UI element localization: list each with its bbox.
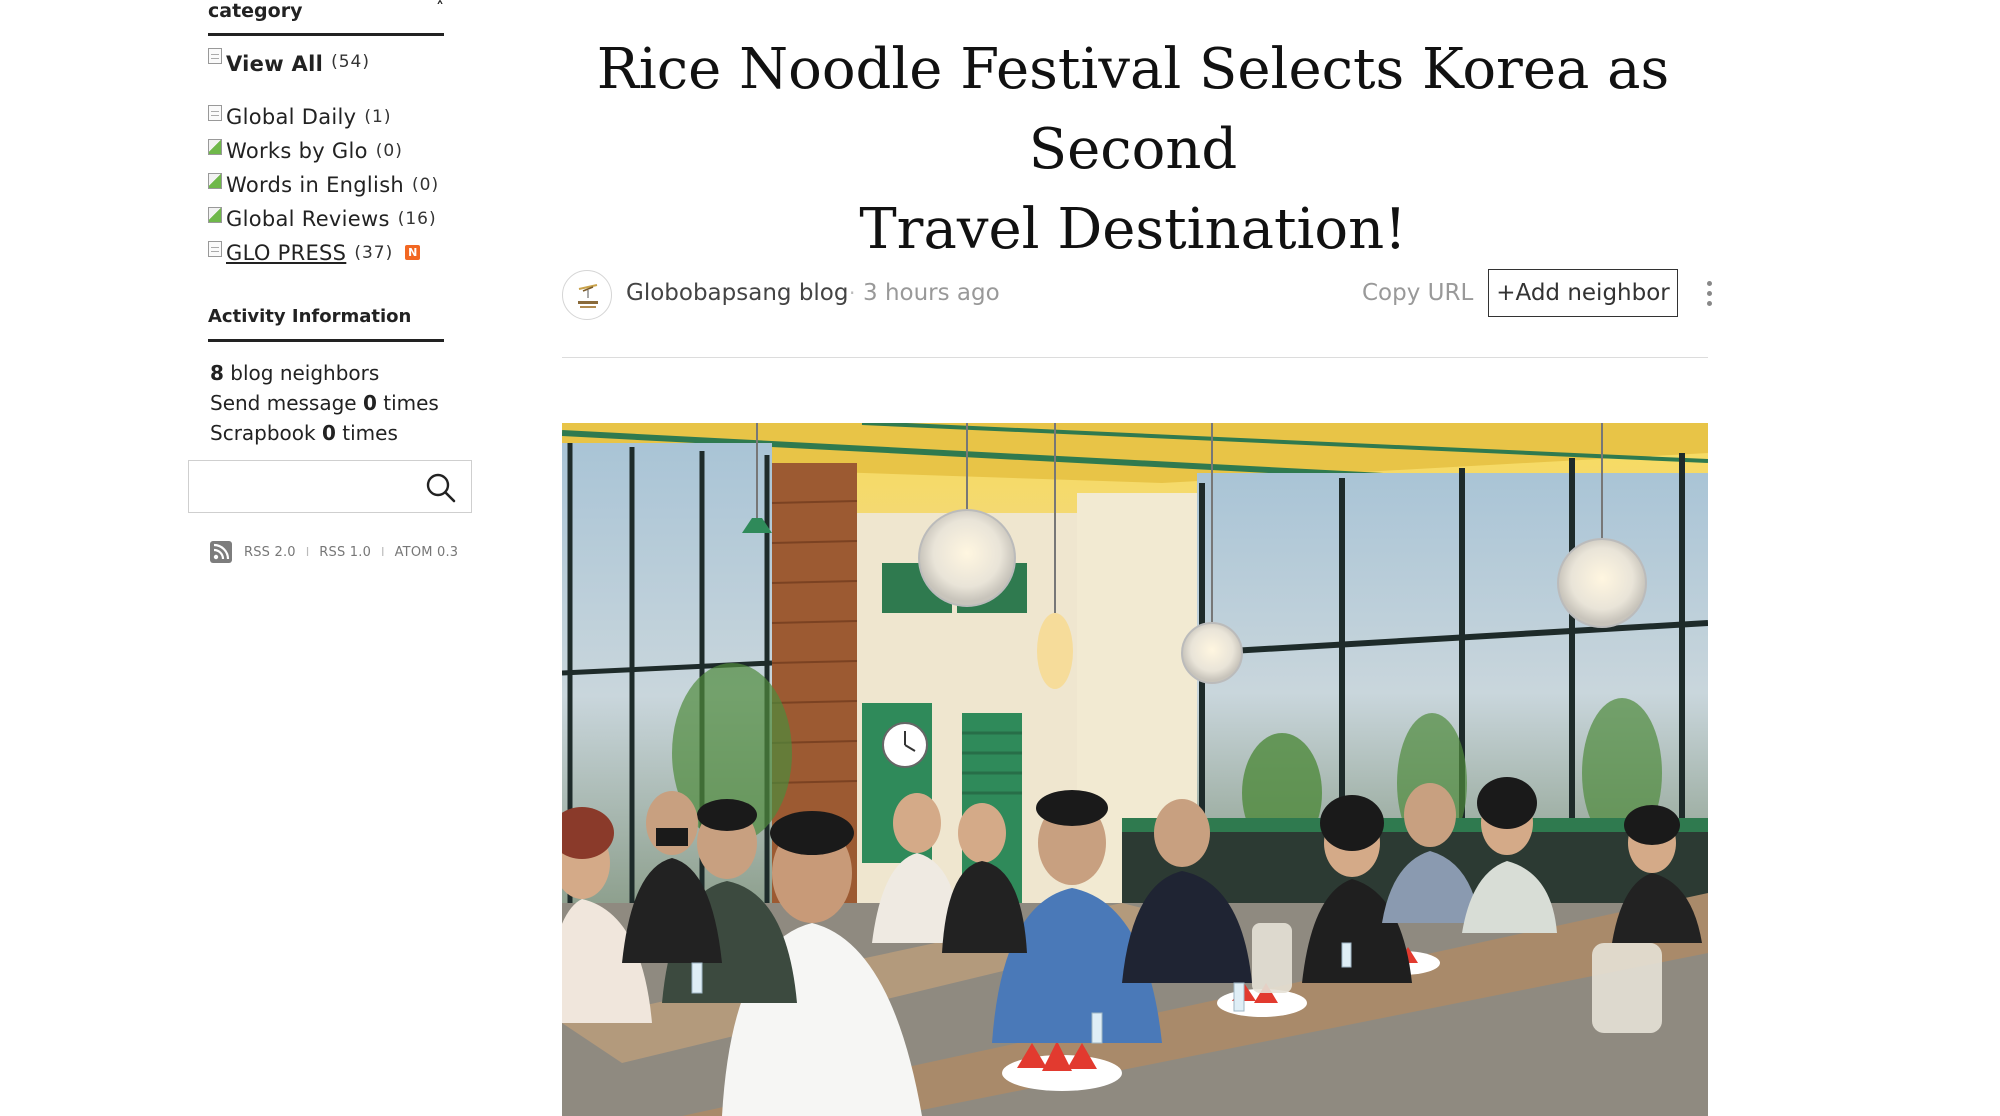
category-label: Global Daily — [226, 105, 357, 129]
category-list: View All (54) Global Daily (1) Works by … — [208, 48, 470, 270]
more-vertical-icon[interactable] — [1700, 276, 1718, 312]
image-icon — [208, 173, 222, 189]
scrapbook-count: 0 — [321, 421, 336, 445]
category-count: (37) — [354, 243, 394, 263]
category-label: Works by Glo — [226, 139, 368, 163]
blog-logo-icon — [578, 284, 598, 308]
search-icon[interactable] — [425, 472, 457, 504]
neighbors-text: blog neighbors — [223, 361, 380, 385]
meta-separator: · — [849, 281, 856, 305]
scrapbook-stat: Scrapbook 0 times — [210, 418, 480, 448]
category-count: (16) — [397, 209, 437, 229]
new-badge: N — [405, 244, 421, 260]
post-title-line-2: Travel Destination! — [859, 197, 1407, 262]
rss-feeds: RSS 2.0 I RSS 1.0 I ATOM 0.3 — [210, 540, 458, 564]
avatar[interactable] — [562, 270, 612, 320]
document-icon — [208, 241, 222, 257]
post-title: Rice Noodle Festival Selects Korea as Se… — [560, 30, 1706, 270]
search-box — [188, 460, 472, 513]
message-count: 0 — [362, 391, 377, 415]
blog-name[interactable]: Globobapsang blog — [626, 280, 848, 306]
rss-separator: I — [381, 545, 385, 559]
atom-link[interactable]: ATOM 0.3 — [395, 545, 459, 560]
category-item-global-reviews[interactable]: Global Reviews (16) — [208, 202, 470, 236]
message-prefix: Send message — [210, 391, 363, 415]
category-count: (1) — [364, 107, 392, 127]
document-icon — [208, 48, 222, 64]
category-header: category ˄ — [208, 0, 444, 36]
category-label: GLO PRESS — [226, 241, 347, 265]
category-title: category — [208, 0, 303, 22]
post-meta: Globobapsang blog · 3 hours ago Copy URL… — [562, 268, 1712, 324]
add-neighbor-button[interactable]: +Add neighbor — [1488, 269, 1678, 317]
rss-separator: I — [305, 545, 310, 559]
activity-info: 8 blog neighbors Send message 0 times Sc… — [210, 358, 480, 448]
scrapbook-prefix: Scrapbook — [210, 421, 322, 445]
search-input[interactable] — [197, 469, 417, 505]
rss-1-link[interactable]: RSS 1.0 — [319, 545, 371, 560]
activity-header: Activity Information — [208, 306, 444, 342]
rss-2-link[interactable]: RSS 2.0 — [244, 545, 296, 560]
category-item-glo-press[interactable]: GLO PRESS (37) N — [208, 236, 470, 270]
category-label: Global Reviews — [226, 207, 390, 231]
category-collapse-toggle[interactable]: ˄ — [436, 0, 444, 17]
post-time: 3 hours ago — [863, 280, 1000, 306]
restaurant-event-photo — [562, 423, 1708, 1116]
copy-url-button[interactable]: Copy URL — [1362, 280, 1473, 306]
category-item-view-all[interactable]: View All (54) — [208, 48, 470, 100]
neighbors-count: 8 — [210, 361, 224, 385]
scrapbook-suffix: times — [335, 421, 398, 445]
send-message-stat: Send message 0 times — [210, 388, 480, 418]
category-item-words-in-english[interactable]: Words in English (0) — [208, 168, 470, 202]
category-item-works-by-glo[interactable]: Works by Glo (0) — [208, 134, 470, 168]
activity-title: Activity Information — [208, 306, 412, 327]
post-photo — [562, 423, 1708, 1116]
category-count: (0) — [375, 141, 403, 161]
meta-divider — [562, 357, 1708, 358]
category-label: View All — [226, 52, 324, 76]
image-icon — [208, 139, 222, 155]
category-item-global-daily[interactable]: Global Daily (1) — [208, 100, 470, 134]
category-count: (0) — [412, 175, 440, 195]
rss-icon — [210, 541, 232, 563]
document-icon — [208, 105, 222, 121]
message-suffix: times — [376, 391, 439, 415]
post-title-line-1: Rice Noodle Festival Selects Korea as Se… — [596, 37, 1670, 182]
category-count: (54) — [331, 52, 370, 72]
category-label: Words in English — [226, 173, 405, 197]
image-icon — [208, 207, 222, 223]
blog-neighbors-stat[interactable]: 8 blog neighbors — [210, 358, 480, 388]
